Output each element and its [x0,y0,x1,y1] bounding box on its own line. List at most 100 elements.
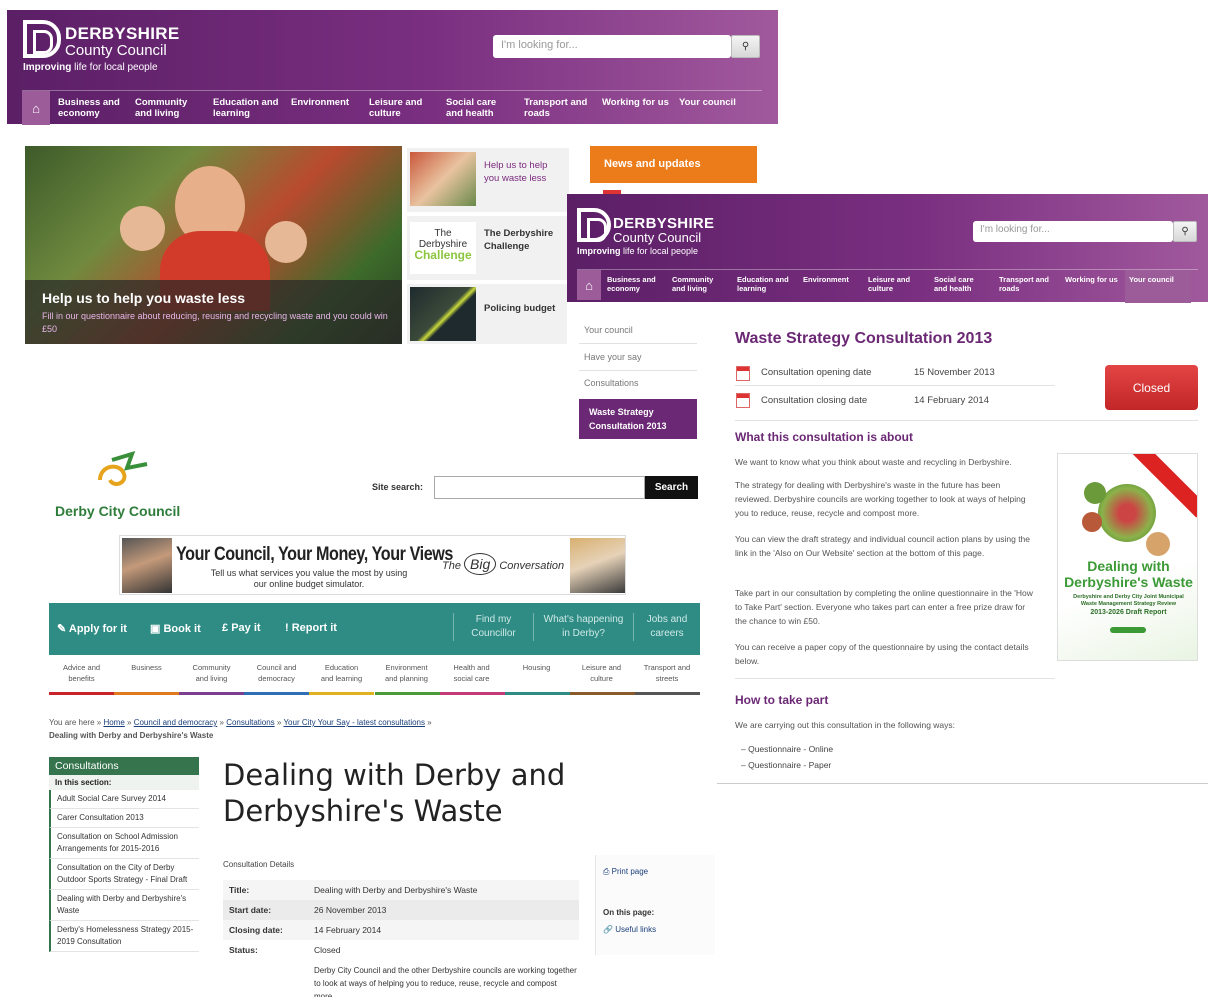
report-photo-small [1084,482,1106,504]
home-icon[interactable]: ⌂ [22,91,50,125]
site-search-label: Site search: [372,482,424,492]
logo-sub: County Council [65,42,167,59]
sidebar-item[interactable]: Consultation on School Admission Arrange… [49,828,199,859]
news-heading[interactable]: News and updates [590,146,757,183]
find-councillor-link[interactable]: Find my Councillor [453,613,533,641]
category-council[interactable]: Council and democracy [244,662,309,684]
category-color-bar [49,692,700,695]
promo-link[interactable]: Help us to help you waste less [484,159,564,185]
category-transport[interactable]: Transport and streets [634,662,700,684]
report-draft: 2013-2026 Draft Report [1090,609,1167,616]
breadcrumb-home[interactable]: Home [103,718,124,727]
report-photo-small [1146,532,1170,556]
leftnav-waste-strategy-active[interactable]: Waste Strategy Consultation 2013 [579,399,697,439]
sidebar-item[interactable]: Carer Consultation 2013 [49,809,199,828]
nav-your-council-label[interactable]: Your council [1125,270,1191,289]
banner-photo-left [122,538,172,593]
leftnav-your-council[interactable]: Your council [584,325,633,335]
search-input[interactable]: I'm looking for... [973,221,1173,242]
sidebar-item[interactable]: Adult Social Care Survey 2014 [49,790,199,809]
window-derby-city-council: Derby City Council Site search: Search Y… [42,440,717,997]
search-input[interactable]: I'm looking for... [493,35,731,58]
sidebar-heading: Consultations [49,757,199,775]
pay-it-link[interactable]: £ Pay it [222,622,261,634]
take-part-heading: How to take part [735,693,829,707]
side-promo-waste[interactable]: Help us to help you waste less [407,148,569,212]
hero-title[interactable]: Help us to help you waste less [42,290,245,306]
council-name: Derby City Council [55,503,181,519]
nav-transport[interactable]: Transport and roads [999,275,1049,293]
report-partner-logo [1110,627,1146,633]
category-leisure[interactable]: Leisure and culture [569,662,634,684]
breadcrumb-consultations[interactable]: Consultations [226,718,274,727]
nav-leisure[interactable]: Leisure and culture [369,97,422,119]
useful-links-link[interactable]: 🔗 Useful links [603,925,656,934]
nav-community[interactable]: Community and living [672,275,713,293]
category-education[interactable]: Education and learning [309,662,374,684]
nav-business[interactable]: Business and economy [607,275,656,293]
derbyshire-logo-icon[interactable] [23,20,61,58]
category-advice[interactable]: Advice and benefits [49,662,114,684]
side-promo-policing[interactable]: Policing budget [407,284,569,344]
main-nav: ⌂ Business and economy Community and livin… [22,90,762,125]
sidebar-item-current[interactable]: Dealing with Derby and Derbyshire's Wast… [49,890,199,921]
sidebar-item[interactable]: Derby's Homelessness Strategy 2015-2019 … [49,921,199,952]
hero-caption[interactable]: Help us to help you waste less Fill in o… [25,280,402,344]
report-title: Dealing with Derbyshire's Waste [1064,558,1193,590]
category-health[interactable]: Health and social care [439,662,504,684]
consultations-sidebar: Consultations In this section: Adult Soc… [49,757,199,952]
main-nav: ⌂ Business and economy Community and livin… [577,269,1198,303]
nav-leisure[interactable]: Leisure and culture [868,275,910,293]
derbyshire-logo-icon[interactable] [577,208,611,242]
nav-transport[interactable]: Transport and roads [524,97,587,119]
nav-education[interactable]: Education and learning [737,275,789,293]
nav-community[interactable]: Community and living [135,97,187,119]
breadcrumb-council[interactable]: Council and democracy [134,718,218,727]
leftnav-consultations[interactable]: Consultations [584,378,639,388]
side-promo-challenge[interactable]: The Derbyshire Challenge The Derbyshire Ch… [407,216,569,280]
nav-education[interactable]: Education and learning [213,97,278,119]
category-bar-segment [309,692,375,695]
category-business[interactable]: Business [114,662,179,673]
link-icon: 🔗 [603,925,613,934]
promo-label[interactable]: The Derbyshire Challenge [484,227,566,253]
nav-environment[interactable]: Environment [803,275,849,284]
nav-social-care[interactable]: Social care and health [446,97,496,119]
tagline: Improving life for local people [23,62,158,73]
big-conversation-banner[interactable]: Your Council, Your Money, Your Views Tel… [119,535,626,595]
derby-ram-logo-icon[interactable] [92,450,152,500]
divider [735,420,1198,421]
search-button[interactable]: ⚲ [1173,221,1197,242]
leftnav-have-your-say[interactable]: Have your say [584,352,642,362]
way-online[interactable]: – Questionnaire - Online [741,744,833,754]
promo-thumbnail [410,152,476,206]
apply-for-it-link[interactable]: ✎ Apply for it [57,622,127,635]
site-search-input[interactable] [434,476,645,499]
nav-working[interactable]: Working for us [1065,275,1118,284]
challenge-logo-text: The Derbyshire Challenge [414,228,472,262]
nav-environment[interactable]: Environment [291,97,349,108]
category-community[interactable]: Community and living [179,662,244,684]
description: Derby City Council and the other Derbysh… [314,966,577,997]
whats-happening-link[interactable]: What's happening in Derby? [533,613,633,641]
nav-your-council-active[interactable]: Your council [1125,270,1191,303]
breadcrumb-your-city[interactable]: Your City Your Say - latest consultation… [283,718,425,727]
site-header: DERBYSHIRE County Council Improving life… [7,10,778,125]
nav-social-care[interactable]: Social care and health [934,275,974,293]
draft-report-cover[interactable]: Dealing with Derbyshire's Waste Derbyshir… [1057,453,1198,661]
home-icon[interactable]: ⌂ [577,270,601,300]
nav-working[interactable]: Working for us [602,97,669,108]
category-housing[interactable]: Housing [504,662,569,673]
category-environment[interactable]: Environment and planning [374,662,439,684]
promo-label[interactable]: Policing budget [484,302,566,315]
print-page-link[interactable]: ⎙ Print page [603,867,648,877]
nav-your-council[interactable]: Your council [679,97,736,108]
nav-business[interactable]: Business and economy [58,97,120,119]
jobs-careers-link[interactable]: Jobs and careers [633,613,700,641]
search-button[interactable]: ⚲ [731,35,760,58]
report-it-link[interactable]: ! Report it [285,622,337,634]
sidebar-item[interactable]: Consultation on the City of Derby Outdoo… [49,859,199,890]
way-paper[interactable]: – Questionnaire - Paper [741,760,831,770]
book-it-link[interactable]: ▣ Book it [150,622,201,635]
search-button[interactable]: Search [645,476,698,499]
